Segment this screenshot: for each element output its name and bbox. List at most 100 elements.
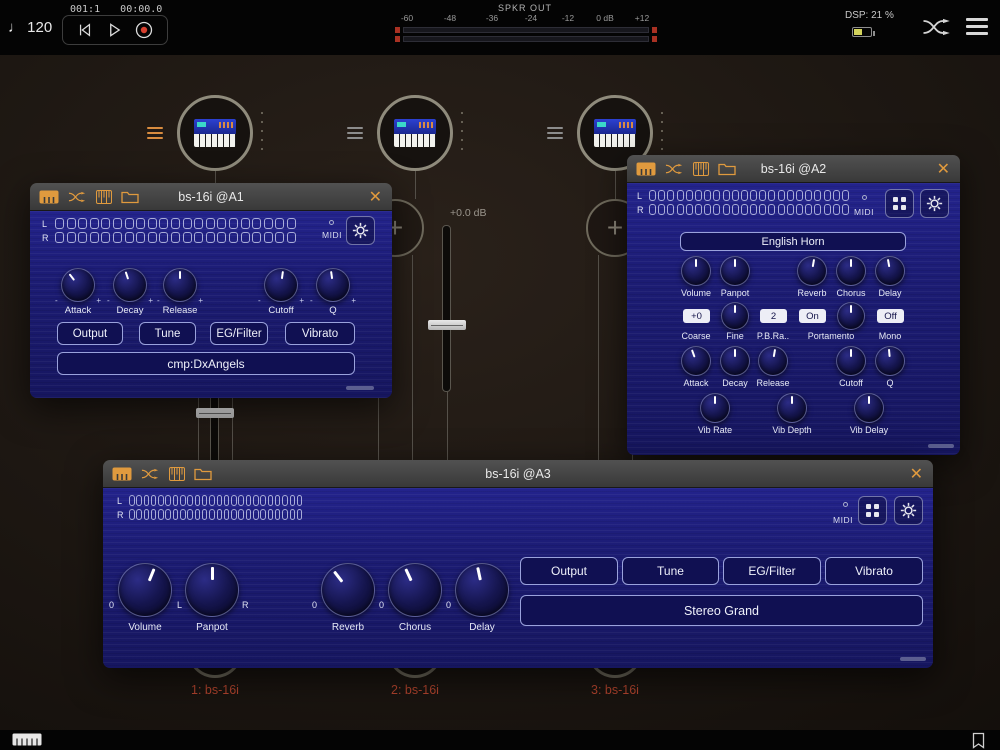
meter-cell (182, 218, 192, 229)
tab-eg-filter[interactable]: EG/Filter (210, 322, 268, 345)
meter-cell (296, 495, 303, 506)
knob-label: Vib Depth (772, 425, 812, 435)
a2-attack-knob[interactable] (681, 346, 711, 376)
keyboard-toggle-button[interactable] (12, 733, 42, 746)
knob-min-value: 0 (109, 600, 115, 610)
meter-tick: -48 (443, 13, 457, 23)
meter-cell (209, 495, 215, 506)
tab-eg-filter[interactable]: EG/Filter (723, 557, 821, 585)
a3-reverb-knob[interactable] (321, 563, 375, 617)
a3-chorus-knob[interactable] (388, 563, 442, 617)
instrument-node-2[interactable] (377, 95, 453, 171)
tab-tune[interactable]: Tune (139, 322, 196, 345)
a1-q-knob[interactable] (310, 268, 356, 305)
a3-volume-knob[interactable] (118, 563, 172, 617)
a2-portamento-time-knob[interactable] (837, 302, 865, 330)
window-titlebar[interactable]: bs-16i @A1 ✕ (30, 183, 392, 211)
plugin-window-a1[interactable]: bs-16i @A1 ✕ L R MIDI Attack Decay Relea… (30, 183, 392, 398)
patch-wire (447, 392, 448, 460)
signal-flow-button[interactable] (922, 15, 952, 39)
instrument-node-1[interactable] (177, 95, 253, 171)
knob-min-value: 0 (446, 600, 452, 610)
meter-cell (286, 232, 296, 243)
channel-fader-handle-1[interactable] (196, 408, 234, 418)
meter-cell (217, 232, 227, 243)
channel-fader-track-2[interactable] (442, 225, 451, 392)
meter-cell (694, 204, 702, 215)
meter-cell (124, 218, 134, 229)
a2-release-knob[interactable] (758, 346, 788, 376)
menu-button[interactable] (966, 18, 988, 35)
a1-attack-knob[interactable] (55, 268, 101, 305)
a2-chorus-knob[interactable] (836, 256, 866, 286)
meter-cell (136, 218, 146, 229)
preset-selector[interactable]: Stereo Grand (520, 595, 923, 626)
a2-q-knob[interactable] (875, 346, 905, 376)
settings-button[interactable] (920, 189, 949, 218)
a2-cutoff-knob[interactable] (836, 346, 866, 376)
plugin-window-a3[interactable]: bs-16i @A3 ✕ L R MIDI 0 L R 0 0 0 Volume… (103, 460, 933, 668)
a2-reverb-knob[interactable] (797, 256, 827, 286)
portamento-switch[interactable]: On (799, 309, 826, 323)
preset-selector[interactable]: English Horn (680, 232, 906, 251)
tab-output[interactable]: Output (520, 557, 618, 585)
meter-cell (796, 204, 803, 215)
tab-vibrato[interactable]: Vibrato (825, 557, 923, 585)
window-titlebar[interactable]: bs-16i @A3 ✕ (103, 460, 933, 488)
output-meter: -60 -48 -36 -24 -12 0 dB +12 (395, 13, 657, 51)
tab-vibrato[interactable]: Vibrato (285, 322, 355, 345)
coarse-value[interactable]: +0 (683, 309, 710, 323)
channel-fader-handle-2[interactable] (428, 320, 466, 330)
meter-cell (667, 204, 675, 215)
a1-cutoff-knob[interactable] (258, 268, 304, 305)
layout-grid-button[interactable] (885, 189, 914, 218)
close-button[interactable]: ✕ (910, 460, 923, 488)
node-menu-button-3[interactable] (547, 127, 563, 139)
settings-button[interactable] (894, 496, 923, 525)
meter-left-label: L (637, 191, 643, 201)
tempo-display[interactable]: ♩ 120 (8, 19, 52, 36)
meter-cell (713, 190, 721, 201)
layout-grid-button[interactable] (858, 496, 887, 525)
a2-delay-knob[interactable] (875, 256, 905, 286)
plugin-window-a2[interactable]: bs-16i @A2 ✕ L R MIDI English Horn Volum… (627, 155, 960, 455)
midi-activity-dot (843, 502, 848, 507)
resize-grip[interactable] (928, 444, 954, 448)
meter-cell (786, 190, 794, 201)
close-button[interactable]: ✕ (937, 155, 950, 183)
knob-label: Panpot (720, 288, 750, 298)
a2-panpot-knob[interactable] (720, 256, 750, 286)
close-button[interactable]: ✕ (369, 183, 382, 211)
grid-icon (893, 197, 906, 210)
a2-vib-rate-knob[interactable] (700, 393, 730, 423)
a2-vib-depth-knob[interactable] (777, 393, 807, 423)
preset-selector[interactable]: cmp:DxAngels (57, 352, 355, 375)
a2-vib-delay-knob[interactable] (854, 393, 884, 423)
play-button[interactable] (107, 22, 122, 38)
a2-volume-knob[interactable] (681, 256, 711, 286)
resize-grip[interactable] (346, 386, 374, 390)
gear-icon (900, 502, 917, 519)
a1-release-knob[interactable] (157, 268, 203, 305)
settings-button[interactable] (346, 216, 375, 245)
knob-label: Vib Delay (849, 425, 889, 435)
window-titlebar[interactable]: bs-16i @A2 ✕ (627, 155, 960, 183)
a1-decay-knob[interactable] (107, 268, 153, 305)
a2-fine-knob[interactable] (721, 302, 749, 330)
resize-grip[interactable] (900, 657, 926, 661)
skip-back-button[interactable] (77, 22, 93, 38)
pitchbend-range-value[interactable]: 2 (760, 309, 787, 323)
bookmark-button[interactable] (972, 732, 985, 749)
knob-min-value: 0 (312, 600, 318, 610)
tab-tune[interactable]: Tune (622, 557, 719, 585)
mono-switch[interactable]: Off (877, 309, 904, 323)
node-menu-button-1[interactable] (147, 127, 163, 139)
a3-panpot-knob[interactable] (185, 563, 239, 617)
record-button[interactable] (135, 21, 153, 39)
a3-delay-knob[interactable] (455, 563, 509, 617)
tab-output[interactable]: Output (57, 322, 123, 345)
node-menu-button-2[interactable] (347, 127, 363, 139)
meter-cell (143, 509, 150, 520)
a2-decay-knob[interactable] (720, 346, 750, 376)
node-canvas[interactable]: +0.0 dB + + SPKR SPKR SPKR 1: bs-16i 2: … (0, 55, 1000, 730)
